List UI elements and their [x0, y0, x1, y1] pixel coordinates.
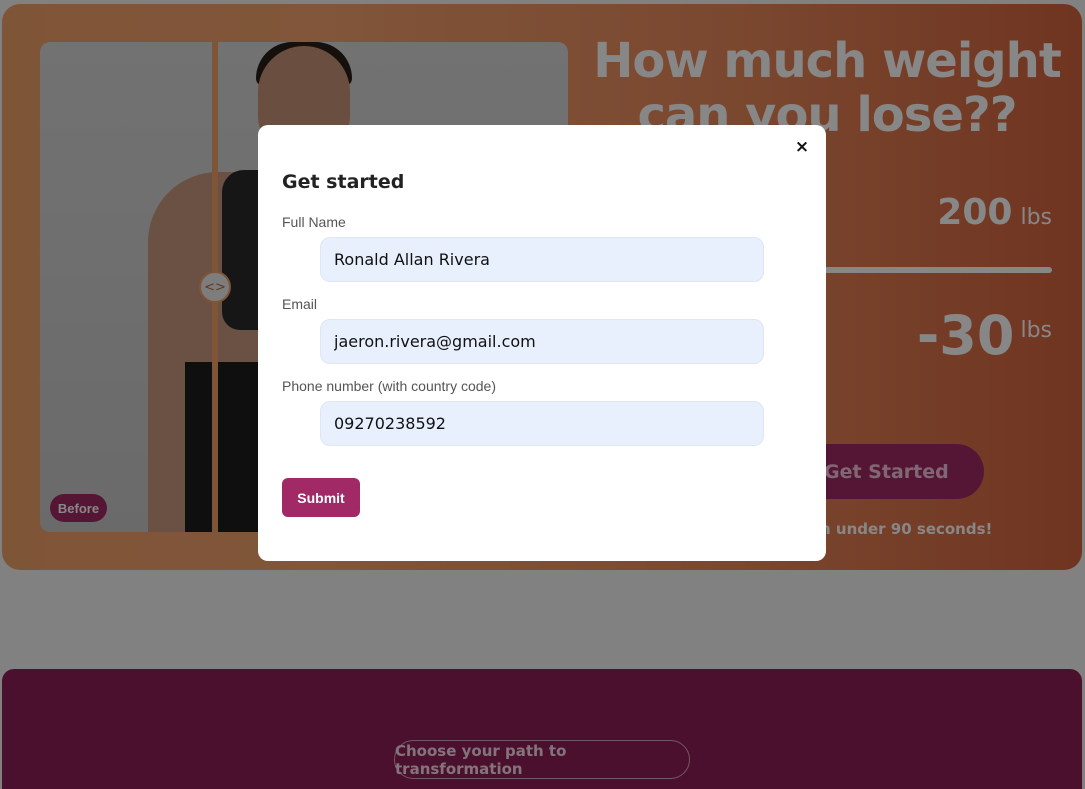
phone-input[interactable]: [320, 401, 764, 446]
full-name-label: Full Name: [282, 214, 346, 230]
phone-label: Phone number (with country code): [282, 378, 496, 394]
modal-title: Get started: [282, 171, 405, 193]
full-name-input[interactable]: [320, 237, 764, 282]
submit-button[interactable]: Submit: [282, 478, 360, 517]
email-label: Email: [282, 296, 318, 312]
get-started-modal: × Get started Full Name Email Phone numb…: [258, 125, 826, 561]
close-icon[interactable]: ×: [792, 137, 812, 157]
email-input[interactable]: [320, 319, 764, 364]
